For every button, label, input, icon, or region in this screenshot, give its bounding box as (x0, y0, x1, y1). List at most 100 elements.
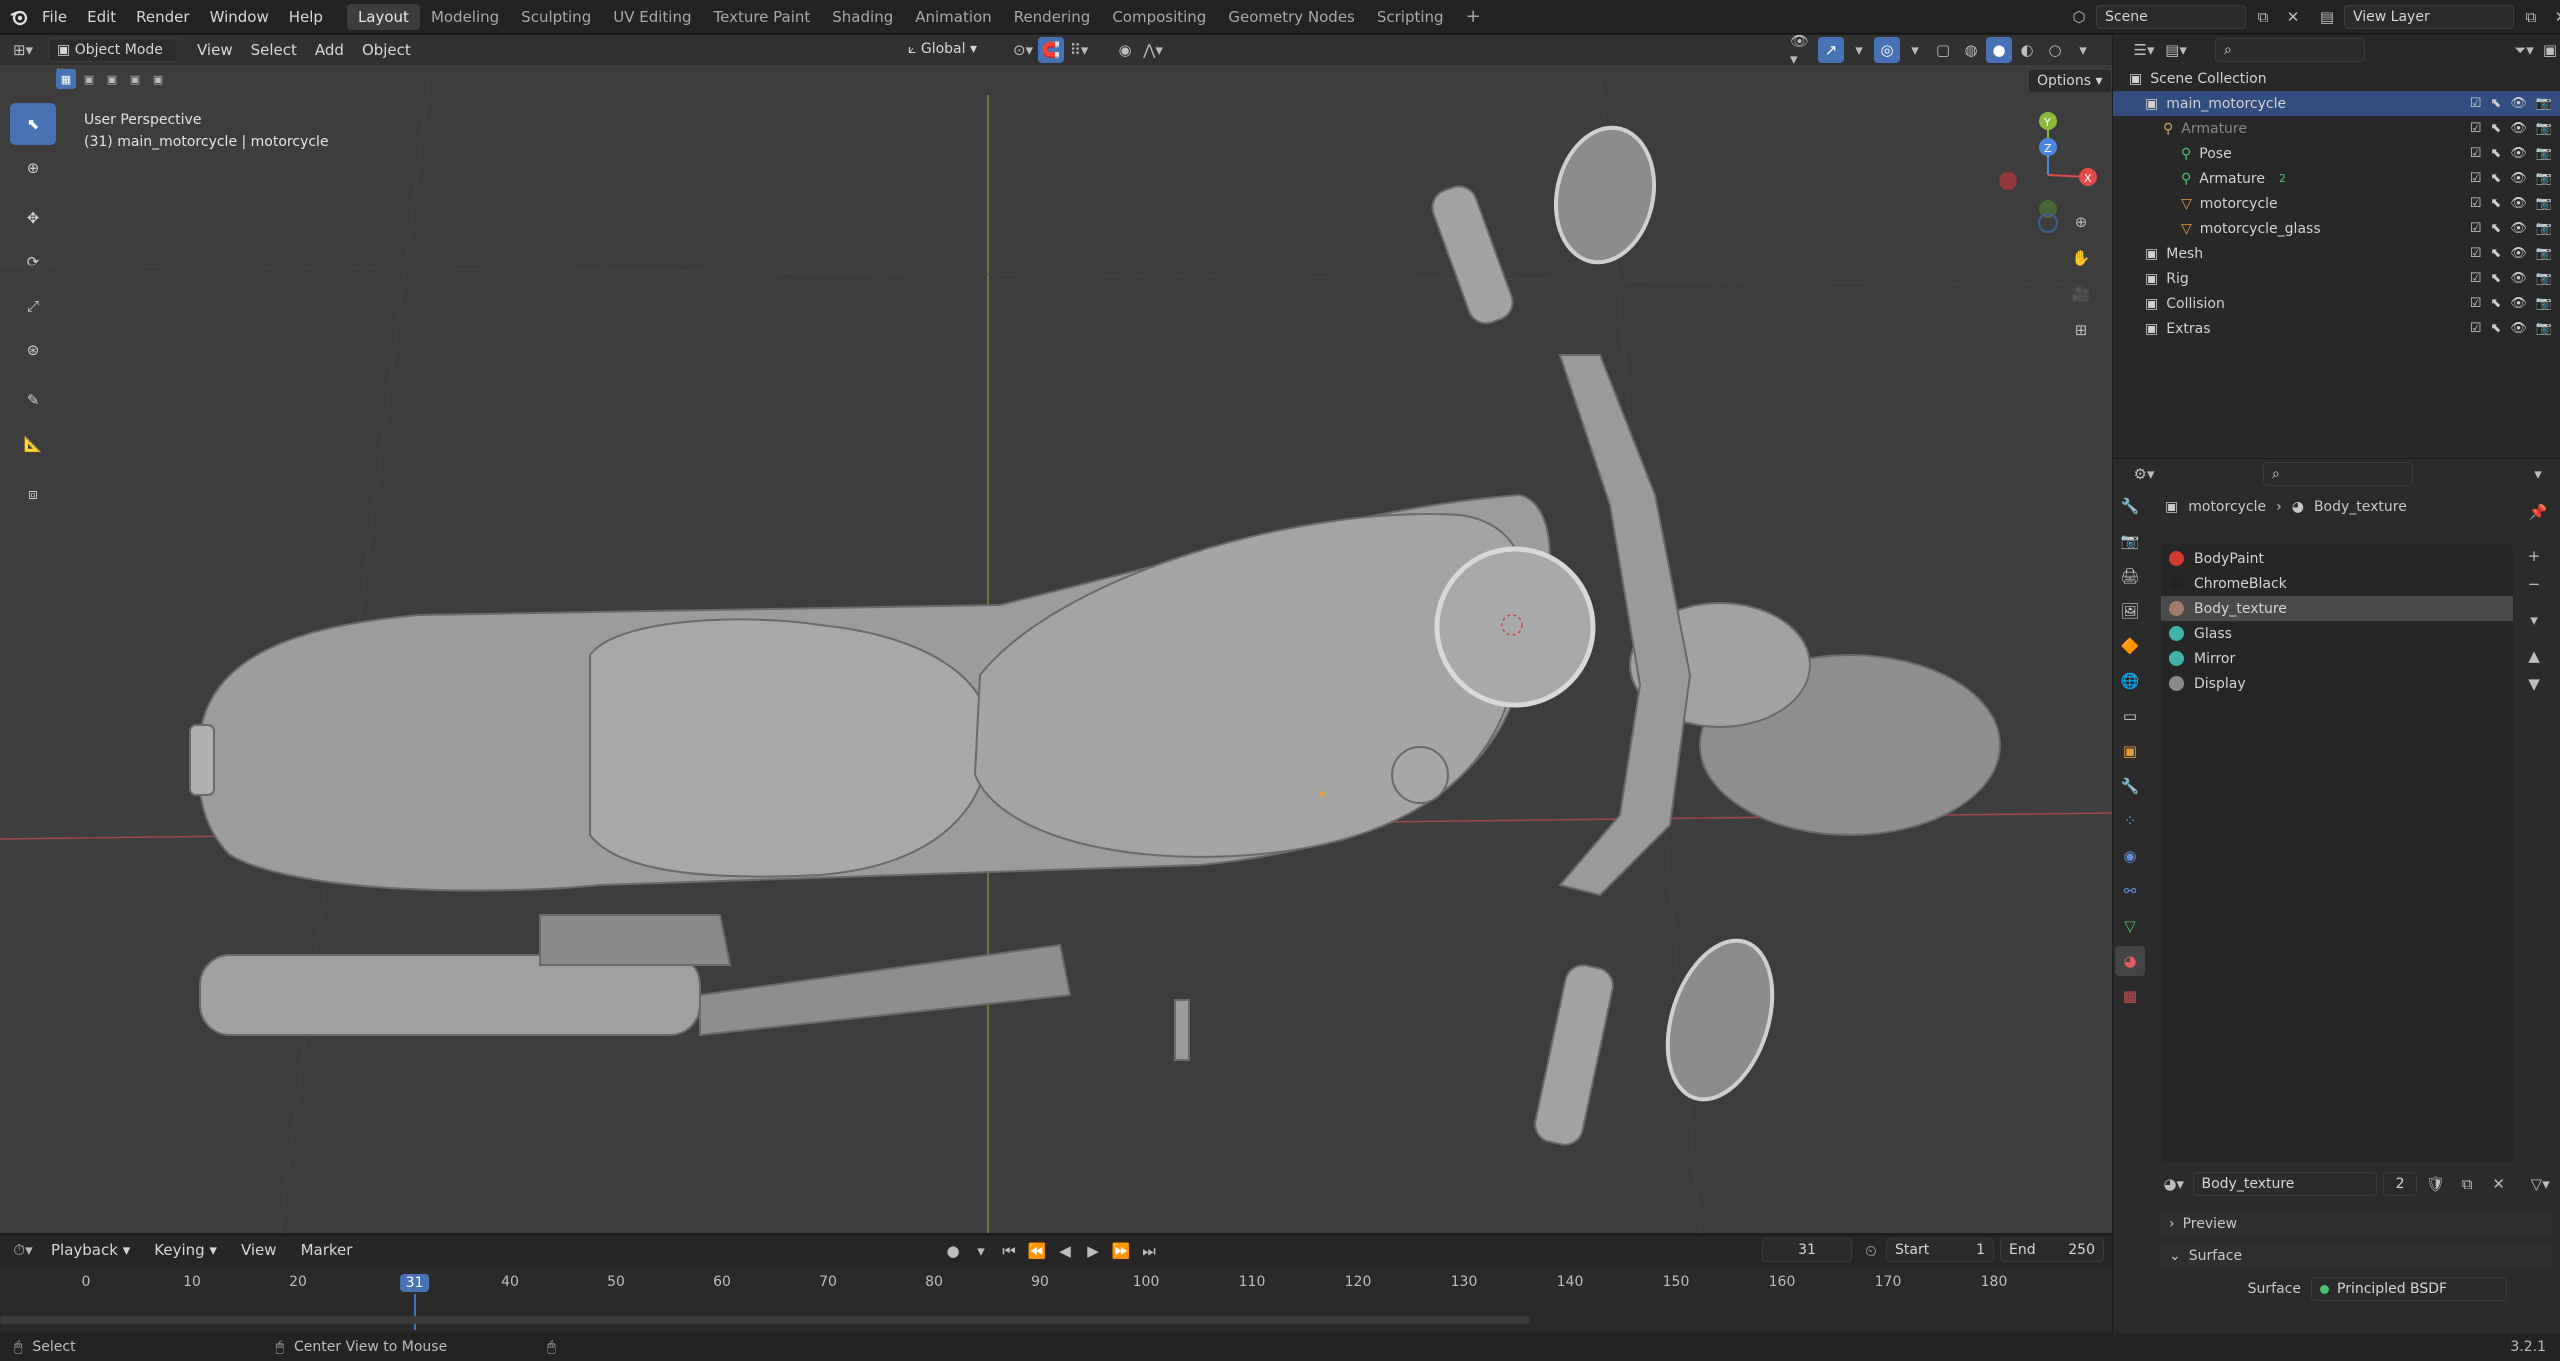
outliner-row[interactable]: ⚲ Armature 2 ☑ ⬉ 👁 📷 (2113, 166, 2560, 191)
texture-tab-icon[interactable]: ▩ (2115, 981, 2145, 1011)
select-arrow-icon[interactable]: ⬉ (2490, 96, 2501, 111)
blender-logo-icon[interactable] (6, 4, 32, 30)
camera-icon[interactable]: 📷 (2536, 146, 2552, 161)
link-type-icon[interactable]: ▽▾ (2527, 1171, 2553, 1197)
move-slot-up-icon[interactable]: ▲ (2521, 643, 2547, 669)
tab-texture-paint[interactable]: Texture Paint (702, 4, 821, 30)
select-arrow-icon[interactable]: ⬉ (2490, 171, 2501, 186)
gizmo-neg-x-handle[interactable] (1999, 172, 2017, 190)
properties-search-input[interactable]: ⌕ (2263, 462, 2413, 486)
view-layer-icon[interactable]: ▤ (2314, 4, 2340, 30)
timeline-menu-keying[interactable]: Keying ▾ (145, 1235, 226, 1265)
browse-material-icon[interactable]: ◕▾ (2161, 1171, 2187, 1197)
user-count-badge[interactable]: 2 (2383, 1172, 2417, 1196)
motorcycle-model[interactable] (189, 119, 2001, 1149)
view-layer-name-field[interactable]: View Layer (2344, 5, 2514, 29)
record-icon[interactable]: ● (940, 1238, 966, 1264)
tab-geometry-nodes[interactable]: Geometry Nodes (1217, 4, 1366, 30)
outliner-row[interactable]: ⚲ Pose ☑ ⬉ 👁 📷 (2113, 141, 2560, 166)
camera-icon[interactable]: 📷 (2536, 96, 2552, 111)
eye-icon[interactable]: 👁 (2510, 121, 2527, 136)
outliner-row[interactable]: ▽ motorcycle_glass ☑ ⬉ 👁 📷 (2113, 216, 2560, 241)
camera-icon[interactable]: 📷 (2536, 121, 2552, 136)
unlink-material-icon[interactable]: ✕ (2486, 1171, 2512, 1197)
material-slot[interactable]: Display (2161, 671, 2513, 696)
end-frame-field[interactable]: End 250 (2000, 1238, 2104, 1262)
camera-icon[interactable]: 📷 (2536, 271, 2552, 286)
play-reverse-icon[interactable]: ◀ (1052, 1238, 1078, 1264)
surface-shader-field[interactable]: Principled BSDF (2311, 1277, 2507, 1301)
next-keyframe-icon[interactable]: ⏩ (1108, 1238, 1134, 1264)
camera-icon[interactable]: 📷 (2536, 246, 2552, 261)
outliner-row[interactable]: ▣ Collision ☑ ⬉ 👁 📷 (2113, 291, 2560, 316)
delete-scene-icon[interactable]: ✕ (2280, 4, 2306, 30)
jump-start-icon[interactable]: ⏮ (996, 1238, 1022, 1264)
outliner-search-input[interactable]: ⌕ (2215, 38, 2365, 62)
scene-name-field[interactable]: Scene (2096, 5, 2246, 29)
select-arrow-icon[interactable]: ⬉ (2490, 271, 2501, 286)
fake-user-icon[interactable]: 🛡 (2423, 1171, 2449, 1197)
duplicate-material-icon[interactable]: ⧉ (2454, 1171, 2480, 1197)
select-arrow-icon[interactable]: ⬉ (2490, 246, 2501, 261)
timeline-scrollbar[interactable] (0, 1316, 1530, 1324)
tool-tab-icon[interactable]: 🔧 (2115, 491, 2145, 521)
outliner-row[interactable]: ▽ motorcycle ☑ ⬉ 👁 📷 (2113, 191, 2560, 216)
menu-edit[interactable]: Edit (77, 0, 126, 34)
outliner-row[interactable]: ▣ Mesh ☑ ⬉ 👁 📷 (2113, 241, 2560, 266)
scene-icon[interactable]: ⬡ (2066, 4, 2092, 30)
timeline-menu-view[interactable]: View (232, 1235, 286, 1265)
material-slot[interactable]: Glass (2161, 621, 2513, 646)
eye-icon[interactable]: 👁 (2510, 321, 2527, 336)
output-tab-icon[interactable]: 🖨 (2115, 561, 2145, 591)
constraints-tab-icon[interactable]: ⚯ (2115, 876, 2145, 906)
checkbox-icon[interactable]: ☑ (2470, 96, 2482, 111)
collection-tab-icon[interactable]: ▭ (2115, 701, 2145, 731)
record-options-icon[interactable]: ▾ (968, 1238, 994, 1264)
camera-icon[interactable]: 📷 (2536, 171, 2552, 186)
tab-sculpting[interactable]: Sculpting (510, 4, 602, 30)
move-slot-down-icon[interactable]: ▼ (2521, 671, 2547, 697)
checkbox-icon[interactable]: ☑ (2470, 196, 2482, 211)
new-collection-icon[interactable]: ▣ (2537, 37, 2560, 63)
pan-hand-icon[interactable]: ✋ (2068, 245, 2094, 271)
checkbox-icon[interactable]: ☑ (2470, 246, 2482, 261)
eye-icon[interactable]: 👁 (2510, 146, 2527, 161)
camera-view-icon[interactable]: 🎥 (2068, 281, 2094, 307)
timeline-menu-marker[interactable]: Marker (292, 1235, 362, 1265)
tab-rendering[interactable]: Rendering (1003, 4, 1102, 30)
eye-icon[interactable]: 👁 (2510, 171, 2527, 186)
jump-end-icon[interactable]: ⏭ (1136, 1238, 1162, 1264)
checkbox-icon[interactable]: ☑ (2470, 146, 2482, 161)
add-workspace-button[interactable]: + (1455, 4, 1492, 30)
outliner-row[interactable]: ⚲ Armature ☑ ⬉ 👁 📷 (2113, 116, 2560, 141)
material-name-field[interactable]: Body_texture (2192, 1172, 2378, 1196)
camera-icon[interactable]: 📷 (2536, 321, 2552, 336)
timeline-editor-type-icon[interactable]: ⏱▾ (10, 1237, 36, 1263)
material-slot[interactable]: ChromeBlack (2161, 571, 2513, 596)
select-arrow-icon[interactable]: ⬉ (2490, 321, 2501, 336)
menu-help[interactable]: Help (279, 0, 333, 34)
tab-uv-editing[interactable]: UV Editing (602, 4, 702, 30)
checkbox-icon[interactable]: ☑ (2470, 121, 2482, 136)
particles-tab-icon[interactable]: ⁘ (2115, 806, 2145, 836)
camera-icon[interactable]: 📷 (2536, 221, 2552, 236)
object-tab-icon[interactable]: ▣ (2115, 736, 2145, 766)
timeline-menu-playback[interactable]: Playback ▾ (42, 1235, 139, 1265)
eye-icon[interactable]: 👁 (2510, 221, 2527, 236)
properties-options-icon[interactable]: ▾ (2525, 461, 2551, 487)
3d-viewport[interactable]: ⊞▾ ▣ Object Mode ▾ View Select Add Objec… (0, 35, 2112, 1233)
checkbox-icon[interactable]: ☑ (2470, 296, 2482, 311)
tab-animation[interactable]: Animation (904, 4, 1002, 30)
render-tab-icon[interactable]: 📷 (2115, 526, 2145, 556)
stopwatch-icon[interactable]: ⏲ (1858, 1238, 1884, 1264)
select-arrow-icon[interactable]: ⬉ (2490, 296, 2501, 311)
outliner-scene-collection[interactable]: ▣ Scene Collection (2113, 66, 2560, 91)
properties-editor-type-icon[interactable]: ⚙▾ (2131, 461, 2157, 487)
surface-panel-header[interactable]: ⌄ Surface (2161, 1243, 2553, 1269)
menu-file[interactable]: File (32, 0, 77, 34)
eye-icon[interactable]: 👁 (2510, 271, 2527, 286)
play-icon[interactable]: ▶ (1080, 1238, 1106, 1264)
modifier-tab-icon[interactable]: 🔧 (2115, 771, 2145, 801)
data-tab-icon[interactable]: ▽ (2115, 911, 2145, 941)
outliner-editor-type-icon[interactable]: ☰▾ (2131, 37, 2157, 63)
